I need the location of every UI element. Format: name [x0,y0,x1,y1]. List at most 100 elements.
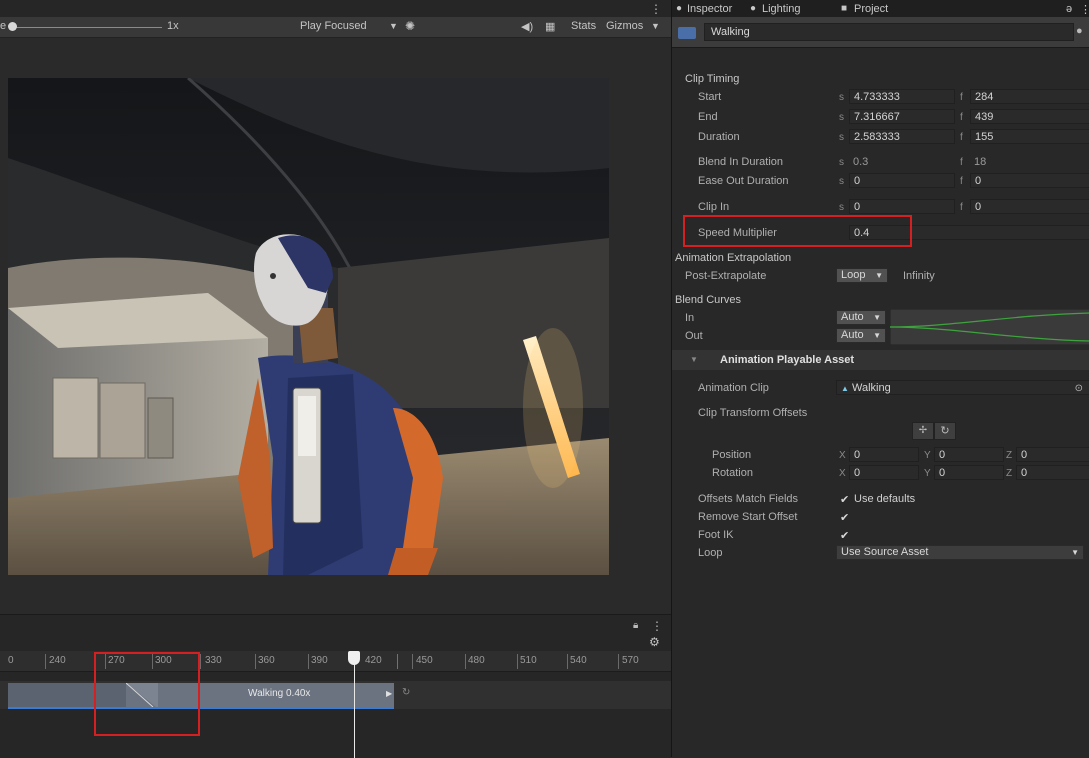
duration-seconds-field[interactable]: 2.583333 [849,129,955,144]
unit-s: s [839,132,844,143]
ease-out-seconds-field[interactable]: 0 [849,173,955,188]
scale-slider-handle[interactable] [8,22,17,31]
playable-asset-header: Animation Playable Asset [720,354,855,366]
rotation-z-field[interactable]: 0 [1016,465,1089,480]
animation-clip-field[interactable]: ▲ Walking ⊙ [836,380,1089,395]
axis-y-label: Y [924,450,931,461]
animation-clip[interactable]: Walking 0.40x ▶ [8,683,394,709]
clip-in-label: Clip In [698,201,730,213]
inspector-panel: ● Inspector ● Lighting ■ Project ə ⋮ Wal… [671,0,1089,757]
foot-ik-label: Foot IK [698,529,734,541]
chevron-down-icon: ▼ [1071,548,1079,557]
ruler-tick: 390 [311,655,328,666]
ruler-tick: 450 [416,655,433,666]
rotation-x-field[interactable]: 0 [849,465,919,480]
gizmos-button[interactable]: Gizmos [606,20,643,32]
ruler-line [308,654,309,669]
duration-frames-field[interactable]: 155 [970,129,1089,144]
loop-value: Use Source Asset [841,546,929,558]
play-mode-dropdown[interactable]: Play Focused [300,20,367,32]
chevron-down-icon[interactable]: ▼ [389,21,398,31]
chevron-down-icon[interactable]: ▼ [690,355,698,364]
end-seconds-field[interactable]: 7.316667 [849,109,955,124]
help-icon[interactable]: ● [1076,25,1083,37]
tab-inspector[interactable]: Inspector [687,3,732,15]
object-picker-icon[interactable]: ⊙ [1075,381,1083,394]
start-seconds-field[interactable]: 4.733333 [849,89,955,104]
tab-project[interactable]: Project [854,3,888,15]
lock-icon[interactable]: 🔒︎ [633,620,638,631]
blend-out-curve-dropdown[interactable]: Auto ▼ [836,328,886,343]
offsets-match-label: Offsets Match Fields [698,493,799,505]
animation-clip-value: Walking [851,382,891,394]
playable-asset-section[interactable]: ▼ Animation Playable Asset [672,350,1089,370]
offsets-match-checkbox[interactable]: ✔ [840,493,849,506]
ease-out-frames-field[interactable]: 0 [970,173,1089,188]
position-y-field[interactable]: 0 [934,447,1004,462]
blend-curve-preview[interactable] [890,309,1089,345]
ruler-tick: 330 [205,655,222,666]
unit-f: f [960,176,963,187]
blend-in-curve-dropdown[interactable]: Auto ▼ [836,310,886,325]
ruler-tick: 0 [8,655,14,666]
scene-render [8,78,609,575]
move-tool-button[interactable]: ✢ [912,422,934,440]
unit-s: s [839,202,844,213]
foot-ik-checkbox[interactable]: ✔ [840,529,849,542]
bug-icon[interactable]: ✺ [405,19,415,33]
remove-start-offset-checkbox[interactable]: ✔ [840,511,849,524]
ruler-tick: 510 [520,655,537,666]
ruler-tick: 570 [622,655,639,666]
tab-lighting[interactable]: Lighting [762,3,801,15]
end-frames-field[interactable]: 439 [970,109,1089,124]
blend-in-label: Blend In Duration [698,156,783,168]
animation-clip-label: Animation Clip [698,382,769,394]
ruler-line [255,654,256,669]
folder-icon: ■ [841,3,848,14]
keyboard-icon[interactable]: ▦ [545,20,555,33]
chevron-down-icon[interactable]: ▼ [651,21,660,31]
ruler-tick: 360 [258,655,275,666]
lock-icon[interactable]: ə [1066,3,1072,15]
blend-in-seconds-value: 0.3 [853,156,869,168]
axis-x-label: X [839,450,846,461]
unit-f: f [960,132,963,143]
loop-dropdown[interactable]: Use Source Asset ▼ [836,545,1084,560]
game-viewport[interactable] [8,78,609,575]
unit-s: s [839,112,844,123]
position-x-field[interactable]: 0 [849,447,919,462]
audio-icon[interactable]: ◀) [521,20,533,33]
kebab-menu-icon[interactable]: ⋮ [1080,3,1089,16]
blend-in-curve-value: Auto [841,311,864,323]
rotation-y-field[interactable]: 0 [934,465,1004,480]
playhead[interactable] [348,651,360,665]
unit-f: f [960,202,963,213]
kebab-menu-icon[interactable]: ⋮ [651,619,663,633]
start-frames-field[interactable]: 284 [970,89,1089,104]
unit-s: s [839,176,844,187]
position-z-field[interactable]: 0 [1016,447,1089,462]
clip-label: Walking 0.40x [248,688,311,699]
clip-transform-offsets-label: Clip Transform Offsets [698,407,808,419]
clip-in-frames-field[interactable]: 0 [970,199,1089,214]
kebab-menu-icon[interactable]: ⋮ [650,2,662,16]
ruler-line [397,654,398,669]
gear-icon[interactable]: ⚙ [649,635,660,649]
ruler-line [567,654,568,669]
position-label: Position [712,449,752,461]
clip-in-seconds-field[interactable]: 0 [849,199,955,214]
scale-slider[interactable] [14,27,162,28]
panel-tabs: ● Inspector ● Lighting ■ Project ə ⋮ [672,0,1089,17]
post-extrapolate-dropdown[interactable]: Loop ▼ [836,268,888,283]
end-label: End [698,111,718,123]
rotate-tool-button[interactable]: ↻ [934,422,956,440]
stats-button[interactable]: Stats [571,20,596,32]
loop-icon: ↻ [402,687,411,698]
highlight-annotation [94,652,200,736]
chevron-down-icon: ▼ [873,313,881,322]
post-extrapolate-label: Post-Extrapolate [685,270,767,282]
axis-z-label: Z [1006,468,1013,479]
bulb-icon: ● [750,3,757,14]
clip-end-arrow-icon: ▶ [386,689,393,698]
clip-name-field[interactable]: Walking [704,23,1074,41]
